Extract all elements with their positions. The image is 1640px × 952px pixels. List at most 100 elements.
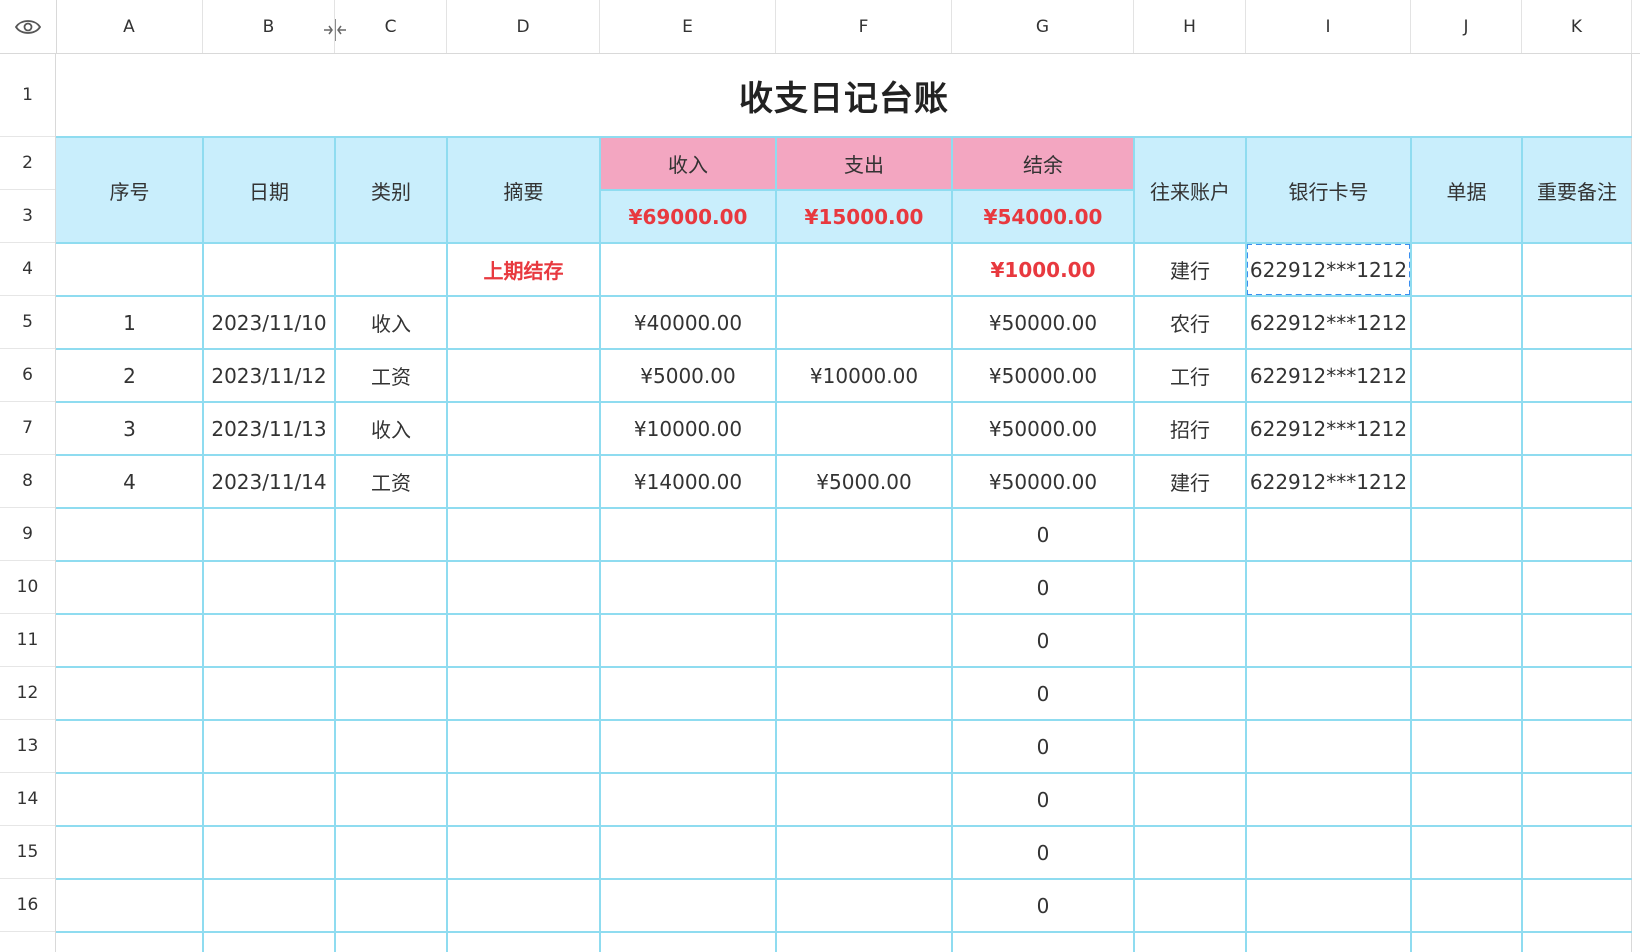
entry-expense[interactable] [776,296,952,349]
entry-account[interactable]: 农行 [1134,296,1246,349]
entry-income[interactable]: ¥5000.00 [600,349,776,402]
grid-line-horizontal [600,189,1134,191]
row-header-11[interactable]: 11 [0,614,56,667]
grid-line-horizontal [56,348,1632,350]
entry-date[interactable]: 2023/11/14 [203,455,335,508]
row-header-14[interactable]: 14 [0,773,56,826]
row-header-5[interactable]: 5 [0,296,56,349]
column-header-c[interactable]: C [335,0,447,53]
grid-line-vertical [1521,137,1523,952]
entry-balance[interactable]: ¥50000.00 [952,455,1134,508]
row-header-3[interactable]: 3 [0,190,56,243]
header-voucher[interactable]: 单据 [1411,137,1522,243]
opening-account[interactable]: 建行 [1134,243,1246,296]
entry-seq[interactable]: 1 [56,296,203,349]
column-header-k[interactable]: K [1522,0,1632,53]
opening-summary[interactable]: 上期结存 [447,243,600,296]
grid-line-vertical [334,137,336,952]
empty-balance[interactable]: 0 [952,720,1134,773]
entry-card[interactable]: 622912***1212 [1246,296,1411,349]
empty-balance[interactable]: 0 [952,508,1134,561]
header-date[interactable]: 日期 [203,137,335,243]
entry-account[interactable]: 建行 [1134,455,1246,508]
entry-seq[interactable]: 3 [56,402,203,455]
empty-balance[interactable]: 0 [952,826,1134,879]
row-header-1[interactable]: 1 [0,53,56,137]
column-header-a[interactable]: A [56,0,203,53]
grid-line-horizontal [56,719,1632,721]
select-all-corner[interactable] [0,0,57,53]
entry-income[interactable]: ¥40000.00 [600,296,776,349]
row-header-10[interactable]: 10 [0,561,56,614]
entry-balance[interactable]: ¥50000.00 [952,296,1134,349]
row-header-7[interactable]: 7 [0,402,56,455]
header-category[interactable]: 类别 [335,137,447,243]
entry-income[interactable]: ¥14000.00 [600,455,776,508]
entry-balance[interactable]: ¥50000.00 [952,349,1134,402]
opening-card[interactable]: 622912***1212 [1246,243,1411,296]
column-header-e[interactable]: E [600,0,776,53]
row-header-8[interactable]: 8 [0,455,56,508]
grid-line-vertical [1410,137,1412,952]
entry-balance[interactable]: ¥50000.00 [952,402,1134,455]
total-expense[interactable]: ¥15000.00 [776,190,952,243]
row-header-13[interactable]: 13 [0,720,56,773]
entry-date[interactable]: 2023/11/10 [203,296,335,349]
column-header-h[interactable]: H [1134,0,1246,53]
column-header-f[interactable]: F [776,0,952,53]
eye-icon[interactable] [15,18,41,36]
sheet-title[interactable]: 收支日记台账 [56,53,1632,137]
row-header-12[interactable]: 12 [0,667,56,720]
column-header-g[interactable]: G [952,0,1134,53]
empty-balance[interactable]: 0 [952,561,1134,614]
entry-category[interactable]: 收入 [335,296,447,349]
entry-seq[interactable]: 4 [56,455,203,508]
header-income[interactable]: 收入 [600,137,776,190]
row-header-2[interactable]: 2 [0,137,56,190]
entry-income[interactable]: ¥10000.00 [600,402,776,455]
entry-card[interactable]: 622912***1212 [1246,402,1411,455]
entry-category[interactable]: 收入 [335,402,447,455]
entry-seq[interactable]: 2 [56,349,203,402]
header-notes[interactable]: 重要备注 [1522,137,1632,243]
grid-line-vertical [1133,137,1135,952]
grid-line-horizontal [56,931,1632,933]
header-card[interactable]: 银行卡号 [1246,137,1411,243]
column-header-j[interactable]: J [1411,0,1522,53]
entry-expense[interactable]: ¥5000.00 [776,455,952,508]
entry-date[interactable]: 2023/11/13 [203,402,335,455]
empty-balance[interactable]: 0 [952,667,1134,720]
row-header-4[interactable]: 4 [0,243,56,296]
header-balance[interactable]: 结余 [952,137,1134,190]
header-account[interactable]: 往来账户 [1134,137,1246,243]
empty-balance[interactable]: 0 [952,614,1134,667]
empty-balance[interactable]: 0 [952,879,1134,932]
column-header-b[interactable]: B [203,0,335,53]
entry-category[interactable]: 工资 [335,455,447,508]
row-header-16[interactable]: 16 [0,879,56,932]
entry-card[interactable]: 622912***1212 [1246,349,1411,402]
empty-balance[interactable]: 0 [952,773,1134,826]
column-header-d[interactable]: D [447,0,600,53]
entry-category[interactable]: 工资 [335,349,447,402]
entry-card[interactable]: 622912***1212 [1246,455,1411,508]
total-income[interactable]: ¥69000.00 [600,190,776,243]
header-seq[interactable]: 序号 [56,137,203,243]
grid-line-horizontal [56,772,1632,774]
opening-balance[interactable]: ¥1000.00 [952,243,1134,296]
total-balance[interactable]: ¥54000.00 [952,190,1134,243]
entry-expense[interactable]: ¥10000.00 [776,349,952,402]
column-header-i[interactable]: I [1246,0,1411,53]
entry-account[interactable]: 招行 [1134,402,1246,455]
row-header-6[interactable]: 6 [0,349,56,402]
grid-line-horizontal [56,878,1632,880]
entry-expense[interactable] [776,402,952,455]
entry-account[interactable]: 工行 [1134,349,1246,402]
row-header-9[interactable]: 9 [0,508,56,561]
grid-line-vertical [446,137,448,952]
header-expense[interactable]: 支出 [776,137,952,190]
header-summary[interactable]: 摘要 [447,137,600,243]
grid-line-horizontal [56,666,1632,668]
entry-date[interactable]: 2023/11/12 [203,349,335,402]
row-header-15[interactable]: 15 [0,826,56,879]
